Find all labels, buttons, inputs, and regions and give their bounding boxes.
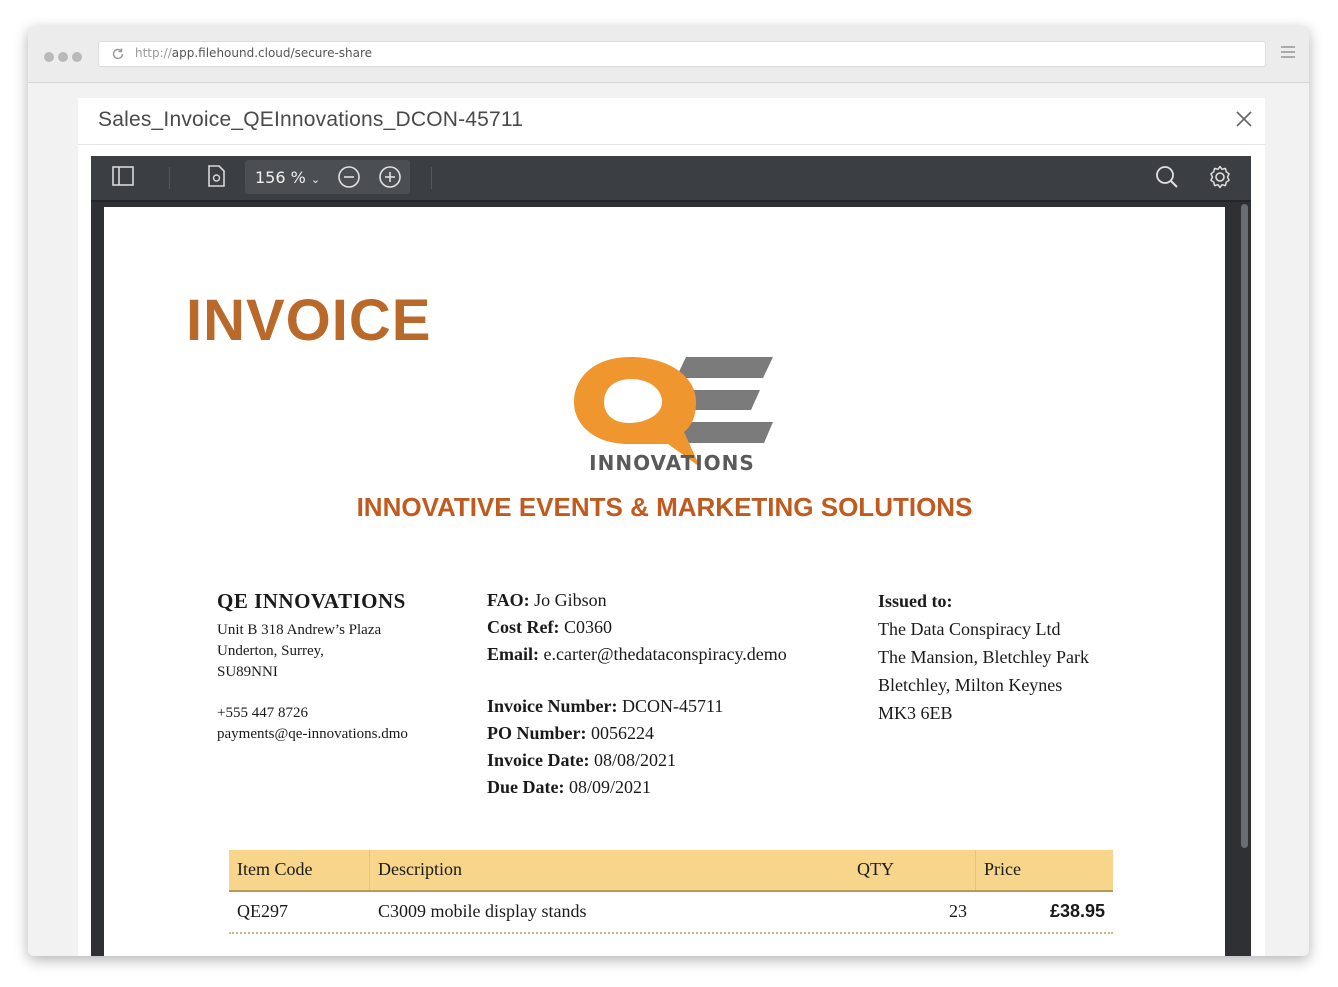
file-preview-modal: Sales_Invoice_QEInnovations_DCON-45711 1…: [78, 98, 1265, 956]
po-number-label: PO Number:: [487, 723, 587, 743]
invoice-heading: INVOICE: [186, 288, 432, 353]
pdf-page: INVOICE INNOVATIONS INNOVATIVE EVENTS & …: [104, 207, 1225, 956]
company-details: QE INNOVATIONS Unit B 318 Andrew’s Plaza…: [217, 589, 408, 745]
address-bar[interactable]: http://app.filehound.cloud/secure-share: [98, 41, 1266, 67]
table-row: QE297 C3009 mobile display stands 23 £38…: [229, 892, 1113, 934]
fao-label: FAO:: [487, 590, 530, 610]
tagline: INNOVATIVE EVENTS & MARKETING SOLUTIONS: [356, 492, 973, 522]
browser-chrome: http://app.filehound.cloud/secure-share: [28, 26, 1309, 83]
issued-to: Issued to: The Data Conspiracy Ltd The M…: [878, 587, 1089, 727]
invoice-number-label: Invoice Number:: [487, 696, 618, 716]
due-date-value: 08/09/2021: [568, 777, 651, 797]
table-header: Item Code Description QTY Price: [229, 850, 1113, 892]
column-header-description: Description: [378, 859, 462, 879]
browser-menu-icon[interactable]: [1281, 46, 1295, 60]
company-address-line: Unit B 318 Andrew’s Plaza: [217, 622, 382, 638]
email-label: Email:: [487, 644, 539, 664]
gear-icon[interactable]: [1207, 164, 1233, 190]
qty-cell: 23: [949, 901, 967, 921]
invoice-details: Invoice Number: DCON-45711 PO Number: 00…: [487, 693, 723, 801]
due-date-label: Due Date:: [487, 777, 565, 797]
company-postcode: SU89NNI: [217, 664, 278, 680]
browser-window: http://app.filehound.cloud/secure-share …: [28, 26, 1309, 956]
po-number-value: 0056224: [590, 723, 654, 743]
item-code-cell: QE297: [237, 901, 288, 921]
pdf-viewer: 156 % ⌄ INVOICE INNOVATIONS INNOVATIVE E…: [91, 156, 1251, 956]
sidebar-toggle-icon[interactable]: [111, 164, 135, 188]
issued-to-line: The Mansion, Bletchley Park: [878, 647, 1089, 667]
company-email: payments@qe-innovations.dmo: [217, 726, 408, 742]
line-items-table: Item Code Description QTY Price QE297 C3…: [229, 850, 1113, 934]
company-phone: +555 447 8726: [217, 705, 308, 721]
zoom-level-select[interactable]: 156 % ⌄: [255, 168, 320, 187]
close-icon[interactable]: [1235, 110, 1253, 128]
modal-title: Sales_Invoice_QEInnovations_DCON-45711: [98, 108, 524, 131]
issued-to-label: Issued to:: [878, 591, 953, 611]
price-cell: £38.95: [1049, 901, 1105, 921]
description-cell: C3009 mobile display stands: [378, 901, 587, 921]
column-header-price: Price: [984, 859, 1021, 879]
search-icon[interactable]: [1154, 164, 1180, 190]
zoom-in-icon[interactable]: [378, 165, 402, 189]
issued-to-line: The Data Conspiracy Ltd: [878, 619, 1061, 639]
viewer-scrollbar[interactable]: [1241, 204, 1248, 848]
invoice-number-value: DCON-45711: [621, 696, 724, 716]
column-header-item-code: Item Code: [237, 859, 313, 879]
issued-to-line: Bletchley, Milton Keynes: [878, 675, 1063, 695]
url-text[interactable]: http://app.filehound.cloud/secure-share: [135, 46, 372, 60]
chevron-down-icon: ⌄: [310, 173, 321, 186]
cost-ref-value: C0360: [563, 617, 612, 637]
issued-to-line: MK3 6EB: [878, 703, 953, 723]
fao-value: Jo Gibson: [534, 590, 607, 610]
column-header-qty: QTY: [857, 859, 894, 879]
zoom-controls: 156 % ⌄: [245, 160, 410, 194]
email-value: e.carter@thedataconspiracy.demo: [543, 644, 787, 664]
window-controls[interactable]: [44, 49, 86, 67]
company-address-line: Underton, Surrey,: [217, 643, 324, 659]
document-properties-icon[interactable]: [204, 164, 228, 188]
contact-details: FAO: Jo Gibson Cost Ref: C0360 Email: e.…: [487, 587, 787, 668]
company-name: QE INNOVATIONS: [217, 589, 406, 613]
svg-text:INNOVATIONS: INNOVATIONS: [589, 451, 755, 475]
cost-ref-label: Cost Ref:: [487, 617, 560, 637]
invoice-date-value: 08/08/2021: [593, 750, 676, 770]
modal-divider: [78, 144, 1265, 145]
qe-innovations-logo: INNOVATIONS: [574, 357, 773, 475]
zoom-out-icon[interactable]: [337, 165, 361, 189]
viewer-toolbar: 156 % ⌄: [91, 156, 1251, 202]
invoice-date-label: Invoice Date:: [487, 750, 590, 770]
reload-icon[interactable]: [111, 47, 125, 61]
